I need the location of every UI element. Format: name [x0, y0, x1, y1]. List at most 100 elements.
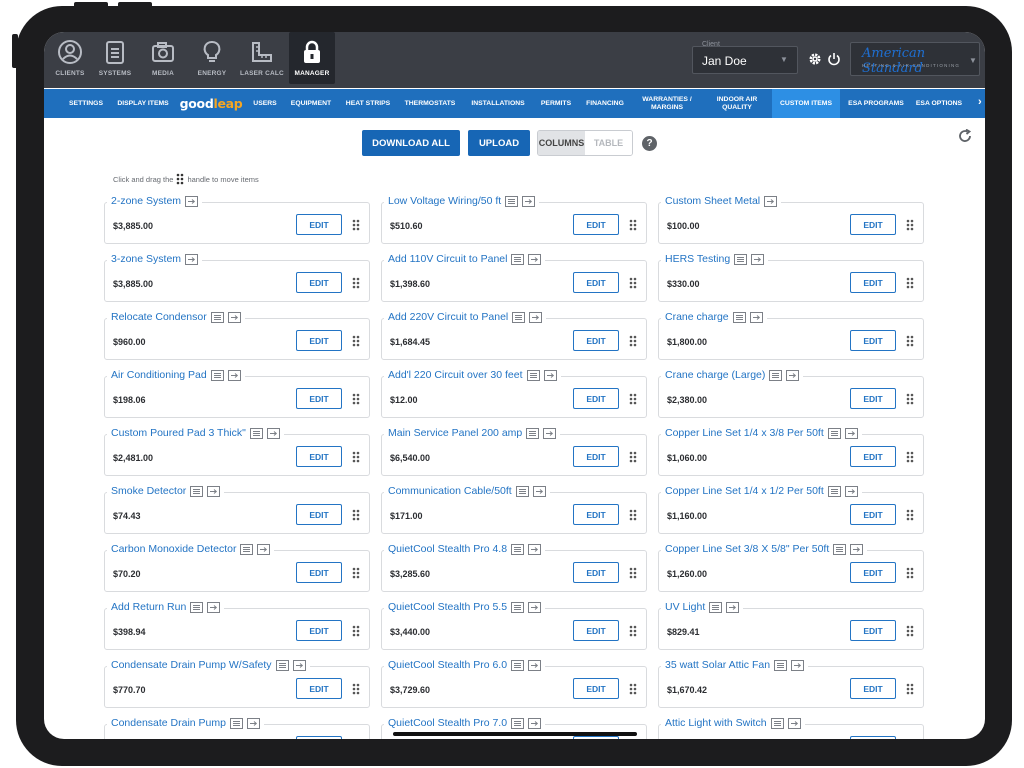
move-to-icon[interactable]	[787, 717, 801, 729]
columns-toggle-option[interactable]: COLUMNS	[538, 131, 585, 155]
edit-button[interactable]: EDIT	[573, 214, 619, 235]
list-icon[interactable]	[229, 717, 243, 729]
edit-button[interactable]: EDIT	[850, 736, 896, 739]
drag-handle-icon[interactable]	[906, 625, 914, 637]
list-icon[interactable]	[774, 659, 788, 671]
item-name-link[interactable]: Add 220V Circuit to Panel	[388, 311, 508, 323]
drag-handle-icon[interactable]	[906, 219, 914, 231]
tab-custom-items[interactable]: CUSTOM ITEMS	[772, 89, 840, 118]
edit-button[interactable]: EDIT	[296, 736, 342, 739]
edit-button[interactable]: EDIT	[850, 620, 896, 641]
drag-handle-icon[interactable]	[352, 567, 360, 579]
item-name-link[interactable]: Low Voltage Wiring/50 ft	[388, 195, 501, 207]
item-name-link[interactable]: Main Service Panel 200 amp	[388, 427, 522, 439]
tab-esa-programs[interactable]: ESA PROGRAMS	[844, 89, 908, 118]
list-icon[interactable]	[249, 427, 263, 439]
edit-button[interactable]: EDIT	[573, 330, 619, 351]
move-to-icon[interactable]	[246, 717, 260, 729]
edit-button[interactable]: EDIT	[573, 678, 619, 699]
tab-goodleap[interactable]: goodleap	[180, 89, 243, 118]
tab-equipment[interactable]: EQUIPMENT	[286, 89, 336, 118]
tab-esa-options[interactable]: ESA OPTIONS	[912, 89, 966, 118]
edit-button[interactable]: EDIT	[573, 272, 619, 293]
move-to-icon[interactable]	[528, 253, 542, 265]
tab-display-items[interactable]: DISPLAY ITEMS	[110, 89, 176, 118]
move-to-icon[interactable]	[185, 253, 199, 265]
edit-button[interactable]: EDIT	[573, 620, 619, 641]
item-name-link[interactable]: Crane charge	[665, 311, 729, 323]
move-to-icon[interactable]	[844, 427, 858, 439]
tab-users[interactable]: USERS	[250, 89, 280, 118]
drag-handle-icon[interactable]	[352, 219, 360, 231]
list-icon[interactable]	[240, 543, 254, 555]
item-name-link[interactable]: Add Return Run	[111, 601, 186, 613]
power-icon[interactable]	[827, 52, 841, 66]
edit-button[interactable]: EDIT	[296, 504, 342, 525]
edit-button[interactable]: EDIT	[850, 678, 896, 699]
edit-button[interactable]: EDIT	[296, 446, 342, 467]
list-icon[interactable]	[770, 717, 784, 729]
move-to-icon[interactable]	[751, 253, 765, 265]
item-name-link[interactable]: 3-zone System	[111, 253, 181, 265]
edit-button[interactable]: EDIT	[850, 330, 896, 351]
item-name-link[interactable]: Add 110V Circuit to Panel	[388, 253, 507, 265]
item-name-link[interactable]: QuietCool Stealth Pro 5.5	[388, 601, 507, 613]
list-icon[interactable]	[526, 369, 540, 381]
edit-button[interactable]: EDIT	[296, 388, 342, 409]
chevron-right-icon[interactable]: ›	[978, 96, 982, 108]
item-name-link[interactable]: Relocate Condensor	[111, 311, 207, 323]
move-to-icon[interactable]	[528, 659, 542, 671]
drag-handle-icon[interactable]	[629, 393, 637, 405]
item-name-link[interactable]: 35 watt Solar Attic Fan	[665, 659, 770, 671]
item-name-link[interactable]: Condensate Drain Pump W/Safety	[111, 659, 272, 671]
move-to-icon[interactable]	[532, 485, 546, 497]
drag-handle-icon[interactable]	[629, 625, 637, 637]
edit-button[interactable]: EDIT	[850, 562, 896, 583]
move-to-icon[interactable]	[292, 659, 306, 671]
move-to-icon[interactable]	[844, 485, 858, 497]
nav-media[interactable]: MEDIA	[139, 32, 187, 84]
edit-button[interactable]: EDIT	[850, 388, 896, 409]
list-icon[interactable]	[210, 311, 224, 323]
move-to-icon[interactable]	[850, 543, 864, 555]
list-icon[interactable]	[511, 253, 525, 265]
move-to-icon[interactable]	[543, 427, 557, 439]
edit-button[interactable]: EDIT	[850, 446, 896, 467]
drag-handle-icon[interactable]	[352, 335, 360, 347]
drag-handle-icon[interactable]	[352, 683, 360, 695]
item-name-link[interactable]: Communication Cable/50ft	[388, 485, 512, 497]
move-to-icon[interactable]	[207, 601, 221, 613]
nav-systems[interactable]: SYSTEMS	[91, 32, 139, 84]
refresh-icon[interactable]	[958, 129, 972, 143]
drag-handle-icon[interactable]	[906, 683, 914, 695]
list-icon[interactable]	[190, 485, 204, 497]
item-name-link[interactable]: Copper Line Set 1/4 x 1/2 Per 50ft	[665, 485, 824, 497]
item-name-link[interactable]: Condensate Drain Pump	[111, 717, 226, 729]
drag-handle-icon[interactable]	[629, 509, 637, 521]
move-to-icon[interactable]	[528, 717, 542, 729]
list-icon[interactable]	[827, 427, 841, 439]
drag-handle-icon[interactable]	[629, 567, 637, 579]
drag-handle-icon[interactable]	[629, 683, 637, 695]
list-icon[interactable]	[709, 601, 723, 613]
move-to-icon[interactable]	[726, 601, 740, 613]
help-icon[interactable]: ?	[642, 136, 657, 151]
item-name-link[interactable]: Smoke Detector	[111, 485, 186, 497]
edit-button[interactable]: EDIT	[296, 330, 342, 351]
drag-handle-icon[interactable]	[629, 277, 637, 289]
move-to-icon[interactable]	[227, 311, 241, 323]
list-icon[interactable]	[526, 427, 540, 439]
gear-icon[interactable]	[808, 52, 822, 66]
move-to-icon[interactable]	[749, 311, 763, 323]
item-name-link[interactable]: QuietCool Stealth Pro 6.0	[388, 659, 507, 671]
move-to-icon[interactable]	[529, 311, 543, 323]
drag-handle-icon[interactable]	[629, 219, 637, 231]
list-icon[interactable]	[833, 543, 847, 555]
item-name-link[interactable]: HERS Testing	[665, 253, 730, 265]
nav-energy[interactable]: ENERGY	[188, 32, 236, 84]
move-to-icon[interactable]	[786, 369, 800, 381]
item-name-link[interactable]: Air Conditioning Pad	[111, 369, 207, 381]
tab-warranties-margins[interactable]: WARRANTIES / MARGINS	[634, 89, 700, 118]
drag-handle-icon[interactable]	[352, 625, 360, 637]
move-to-icon[interactable]	[528, 601, 542, 613]
